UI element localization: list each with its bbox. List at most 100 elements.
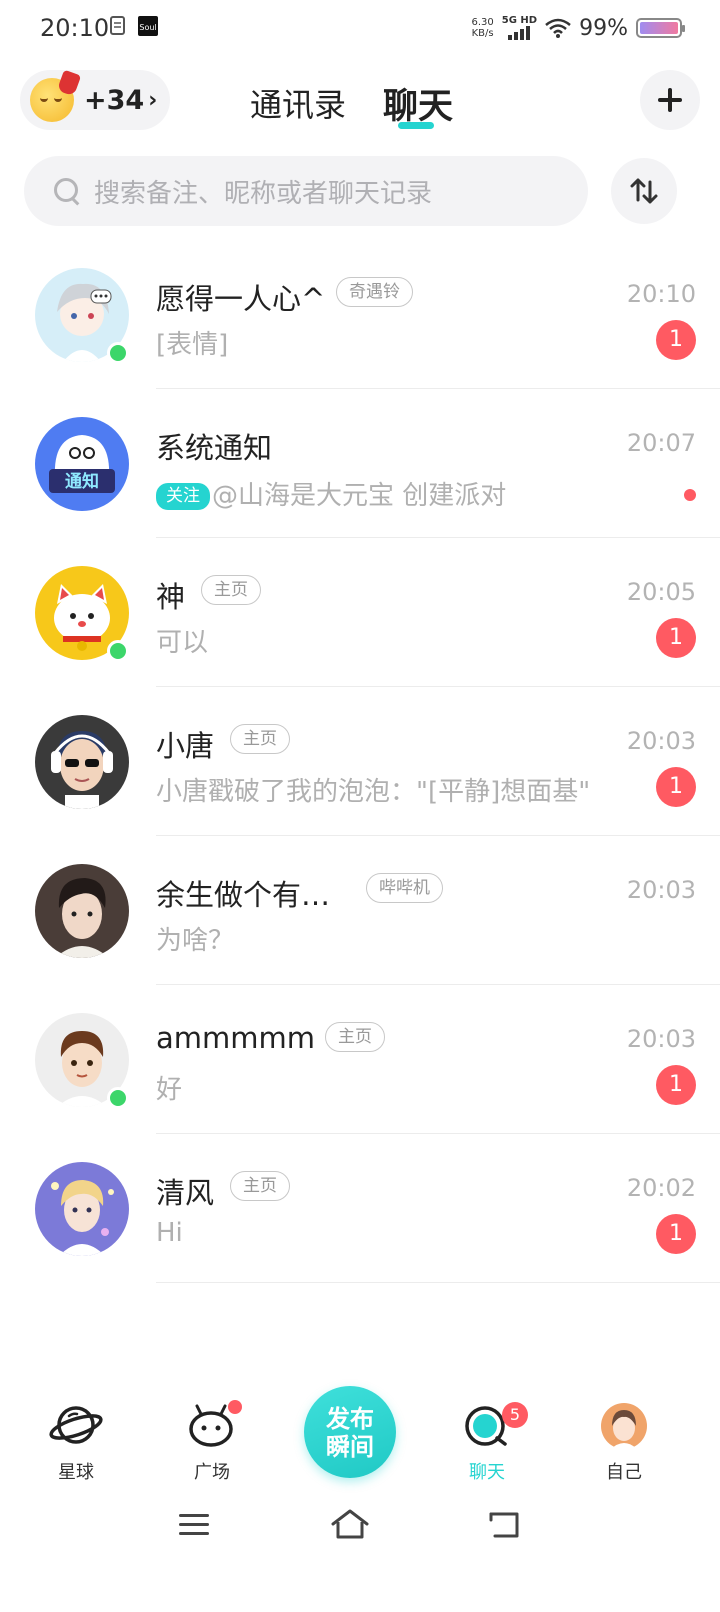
back-icon[interactable] <box>489 1510 523 1540</box>
publish-label-2: 瞬间 <box>326 1433 374 1461</box>
chat-row[interactable]: 通知 系统通知 20:07 关注 @山海是大元宝 创建派对 <box>0 389 720 538</box>
soul-app-icon: Soul <box>138 16 158 36</box>
mood-emoji-icon <box>30 69 82 122</box>
signal-group: 5G HD <box>502 16 537 40</box>
active-tab-indicator <box>398 122 434 129</box>
chat-time: 20:03 <box>626 876 696 904</box>
tab-chat-label: 聊天 <box>469 1462 505 1483</box>
chat-time: 20:03 <box>626 727 696 755</box>
tab-chat-nav[interactable]: 5 聊天 <box>427 1380 547 1490</box>
follow-badge: 关注 <box>156 483 210 510</box>
chat-unread-badge: 5 <box>502 1402 528 1428</box>
chat-preview: @山海是大元宝 创建派对 <box>212 481 507 511</box>
unread-badge: 1 <box>656 767 696 807</box>
drink-icon <box>56 69 82 97</box>
system-avatar-label: 通知 <box>65 471 99 492</box>
home-icon[interactable] <box>331 1508 369 1540</box>
bottom-tab-bar: 星球 广场 发布 瞬间 5 聊天 自己 <box>0 1380 720 1490</box>
svg-text:Soul: Soul <box>139 23 156 32</box>
publish-button[interactable]: 发布 瞬间 <box>304 1386 396 1478</box>
tab-profile[interactable]: 自己 <box>564 1380 684 1490</box>
battery-icon <box>636 18 685 38</box>
chat-row[interactable]: ammmmm 主页 20:03 好 1 <box>0 985 720 1134</box>
network-speed-unit: KB/s <box>471 28 494 39</box>
tab-planet[interactable]: 星球 <box>16 1380 136 1490</box>
status-right: 6.30 KB/s 5G HD 99% <box>472 14 685 42</box>
chat-tag[interactable]: 哔哔机 <box>366 873 443 903</box>
chat-tag[interactable]: 奇遇铃 <box>336 277 413 307</box>
chat-row[interactable]: 余生做个有… 哔哔机 20:03 为啥？ <box>0 836 720 985</box>
chat-tag[interactable]: 主页 <box>325 1022 385 1052</box>
chat-time: 20:05 <box>626 578 696 606</box>
document-icon <box>110 16 125 35</box>
chat-row[interactable]: 愿得一人心^ 奇遇铃 20:10 [表情] 1 <box>0 240 720 389</box>
tab-profile-label: 自己 <box>606 1462 642 1483</box>
status-bar: 20:10 Soul 6.30 KB/s 5G HD 99% <box>0 0 720 56</box>
chat-name: 余生做个有… <box>156 878 331 912</box>
search-icon <box>54 178 80 204</box>
chat-name: 愿得一人心^ <box>156 282 326 316</box>
mood-button[interactable]: +34 › <box>20 69 170 130</box>
chat-name: 神 <box>156 580 186 614</box>
online-indicator <box>107 640 129 662</box>
system-navigation <box>0 1498 720 1558</box>
unread-badge: 1 <box>656 320 696 360</box>
add-button[interactable] <box>640 70 700 130</box>
tab-contacts[interactable]: 通讯录 <box>250 80 346 126</box>
tab-square[interactable]: 广场 <box>152 1380 272 1490</box>
unread-badge: 1 <box>656 1065 696 1105</box>
publish-label-1: 发布 <box>326 1405 374 1433</box>
network-speed: 6.30 KB/s <box>472 17 494 39</box>
unread-badge: 1 <box>656 1214 696 1254</box>
chat-tag[interactable]: 主页 <box>230 724 290 754</box>
profile-avatar <box>601 1403 647 1450</box>
network-type: 5G HD <box>501 15 538 26</box>
search-placeholder: 搜索备注、昵称或者聊天记录 <box>94 178 433 209</box>
avatar[interactable] <box>35 715 129 809</box>
header: +34 › 通讯录 聊天 <box>0 64 720 140</box>
chat-name: 系统通知 <box>156 431 273 465</box>
chat-preview: 可以 <box>156 628 209 658</box>
chat-list: 愿得一人心^ 奇遇铃 20:10 [表情] 1 通知 系统通知 20:07 关注… <box>0 240 720 1283</box>
tab-planet-label: 星球 <box>58 1462 94 1483</box>
battery-fill <box>640 22 678 34</box>
chat-row[interactable]: 清风 主页 20:02 Hi 1 <box>0 1134 720 1283</box>
chat-time: 20:02 <box>626 1174 696 1202</box>
mood-count: +34 <box>84 84 145 116</box>
chat-preview: Hi <box>156 1218 183 1248</box>
chat-row[interactable]: 小唐 主页 20:03 小唐戳破了我的泡泡："[平静]想面基" 1 <box>0 687 720 836</box>
chat-tag[interactable]: 主页 <box>201 575 261 605</box>
online-indicator <box>107 342 129 364</box>
chat-preview-line: 关注 @山海是大元宝 创建派对 <box>156 475 506 512</box>
signal-icon <box>508 26 531 40</box>
square-notification-dot <box>228 1400 242 1414</box>
chat-name: ammmmm <box>156 1021 316 1055</box>
unread-dot <box>684 489 696 501</box>
chat-time: 20:03 <box>626 1025 696 1053</box>
chat-time: 20:10 <box>626 280 696 308</box>
planet-icon <box>49 1406 103 1444</box>
chat-preview: [表情] <box>156 330 229 360</box>
chat-preview: 小唐戳破了我的泡泡："[平静]想面基" <box>156 777 591 807</box>
wifi-icon <box>545 18 571 38</box>
avatar[interactable]: 通知 <box>35 417 129 511</box>
chat-preview: 好 <box>156 1075 183 1105</box>
sort-button[interactable] <box>611 158 677 224</box>
avatar[interactable] <box>35 1162 129 1256</box>
divider <box>156 1282 720 1283</box>
network-speed-value: 6.30 <box>471 17 494 28</box>
online-indicator <box>107 1087 129 1109</box>
battery-percent: 99% <box>579 15 628 41</box>
chevron-right-icon: › <box>148 87 158 113</box>
status-time: 20:10 <box>40 14 110 42</box>
search-input[interactable]: 搜索备注、昵称或者聊天记录 <box>24 156 588 226</box>
menu-icon[interactable] <box>179 1512 211 1538</box>
avatar[interactable] <box>35 864 129 958</box>
chat-preview: 为啥？ <box>156 926 235 956</box>
chat-row[interactable]: 神 主页 20:05 可以 1 <box>0 538 720 687</box>
chat-name: 清风 <box>156 1176 215 1210</box>
chat-time: 20:07 <box>626 429 696 457</box>
sort-icon <box>630 178 658 204</box>
chat-tag[interactable]: 主页 <box>230 1171 290 1201</box>
unread-badge: 1 <box>656 618 696 658</box>
